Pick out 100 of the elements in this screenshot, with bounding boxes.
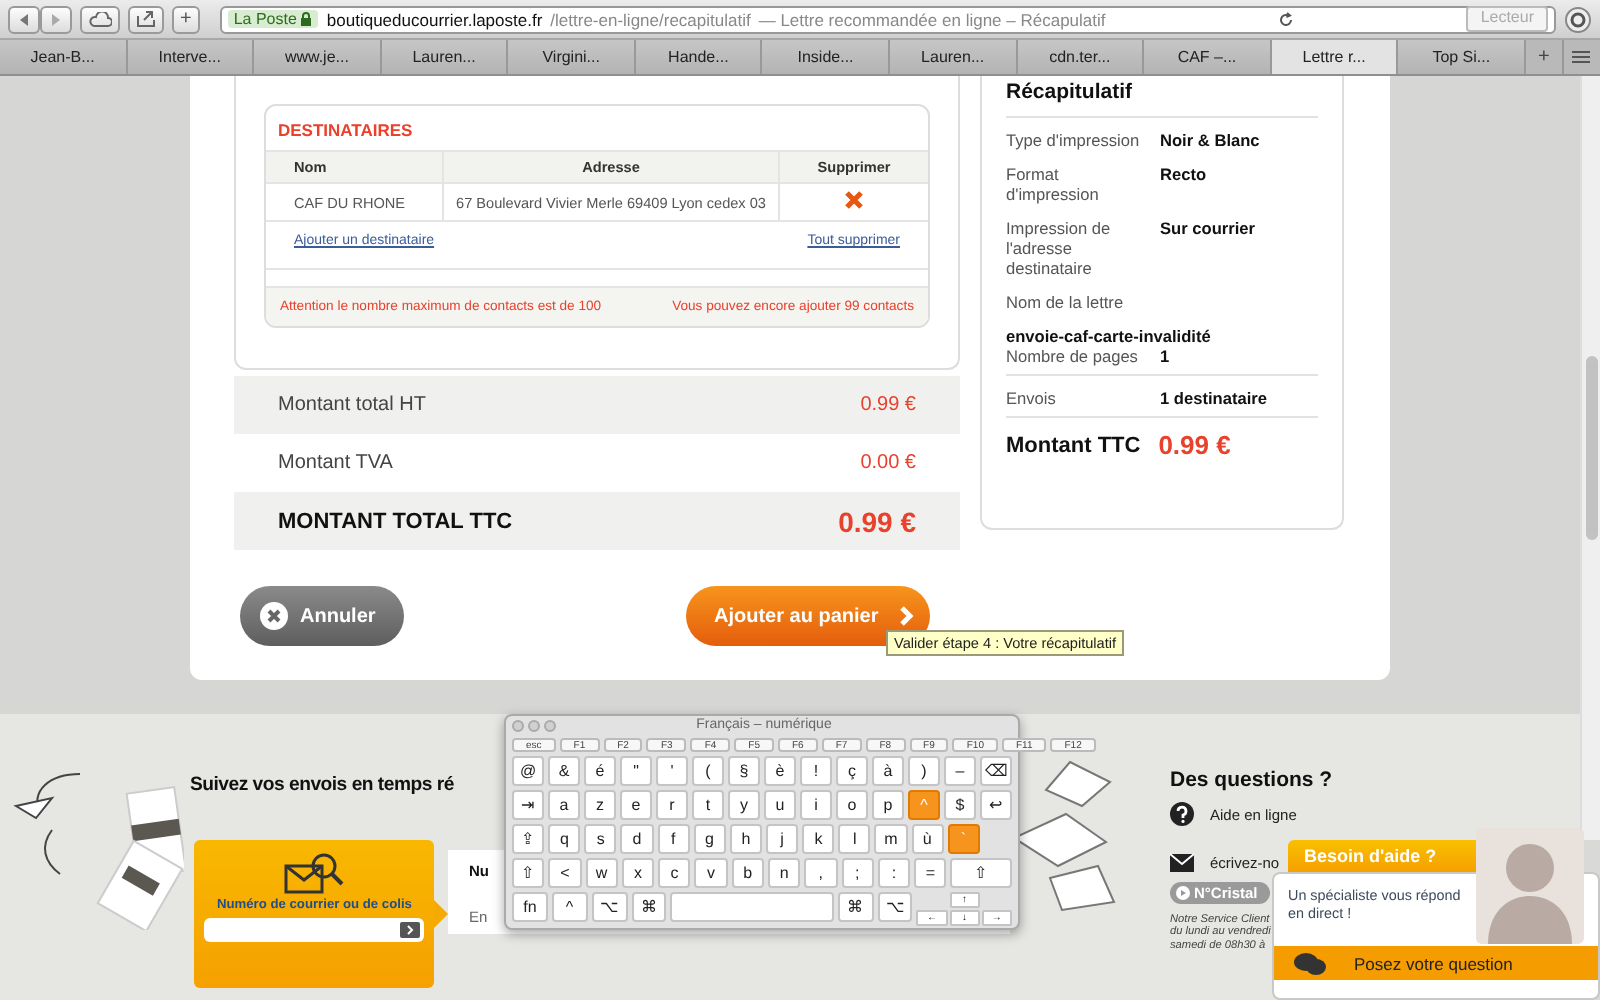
keyboard-key[interactable]: è	[764, 756, 796, 786]
keyboard-key[interactable]: i	[800, 790, 832, 820]
keyboard-key[interactable]: ;	[841, 858, 874, 888]
keyboard-key[interactable]: <	[548, 858, 582, 888]
summary-label: Type d'impression	[1006, 130, 1142, 150]
keyboard-key[interactable]: e	[620, 790, 652, 820]
help-icon	[1170, 802, 1194, 826]
keyboard-key[interactable]: m	[874, 824, 908, 854]
keyboard-key[interactable]: w	[585, 858, 618, 888]
keyboard-key[interactable]: n	[767, 858, 801, 888]
browser-tab[interactable]: Top Si...	[1398, 40, 1526, 74]
keyboard-key[interactable]: @	[512, 756, 544, 786]
site-badge: La Poste	[227, 10, 319, 28]
keyboard-key[interactable]: a	[548, 790, 580, 820]
browser-tab[interactable]: Virgini...	[508, 40, 636, 74]
envelope-icon	[1170, 852, 1194, 872]
keyboard-key[interactable]: l	[838, 824, 871, 854]
browser-tab[interactable]: Jean-B...	[0, 40, 128, 74]
browser-tab[interactable]: www.je...	[254, 40, 382, 74]
keyboard-key[interactable]: o	[836, 790, 868, 820]
keyboard-key[interactable]: ⇧	[950, 858, 1012, 888]
keyboard-key[interactable]: g	[693, 824, 726, 854]
share-button[interactable]	[128, 5, 164, 33]
browser-tab[interactable]: Interve...	[127, 40, 255, 74]
keyboard-key[interactable]: ⌫	[980, 756, 1012, 786]
keyboard-key[interactable]: x	[621, 858, 655, 888]
keyboard-key[interactable]: é	[584, 756, 616, 786]
browser-tab[interactable]: Hande...	[635, 40, 763, 74]
new-tab-button[interactable]: +	[172, 5, 200, 33]
keyboard-key[interactable]: ⇪	[512, 824, 545, 854]
recipients-title: DESTINATAIRES	[276, 118, 415, 144]
keyboard-key[interactable]: ↩	[980, 790, 1012, 820]
total-amount: 0.99 €	[860, 394, 916, 416]
keyboard-key[interactable]: ù	[911, 824, 944, 854]
keyboard-key[interactable]: f	[657, 824, 690, 854]
tab-list-icon[interactable]	[1572, 50, 1591, 64]
cloud-button[interactable]	[80, 5, 120, 33]
keyboard-key[interactable]: "	[620, 756, 652, 786]
keyboard-key[interactable]: q	[548, 824, 581, 854]
keyboard-key[interactable]: b	[731, 858, 764, 888]
keyboard-key[interactable]: s	[584, 824, 617, 854]
browser-tab[interactable]: Inside...	[762, 40, 891, 74]
summary-label: Format d'impression	[1006, 164, 1101, 204]
summary-title: Récapitulatif	[1006, 76, 1318, 118]
forward-button[interactable]	[40, 5, 72, 33]
keyboard-key[interactable]: p	[872, 790, 904, 820]
keyboard-key[interactable]: u	[764, 790, 796, 820]
reload-icon[interactable]	[1278, 11, 1295, 27]
tracking-input[interactable]	[204, 918, 425, 942]
keyboard-key[interactable]: d	[620, 824, 654, 854]
keyboard-key[interactable]: :	[877, 858, 911, 888]
keyboard-key[interactable]: $	[944, 790, 976, 820]
total-amount: 0.99 €	[838, 505, 916, 537]
summary-label: Nombre de pages	[1006, 346, 1140, 366]
keyboard-key[interactable]: &	[548, 756, 580, 786]
add-tab-button[interactable]: +	[1525, 40, 1564, 74]
keyboard-key[interactable]: ç	[836, 756, 868, 786]
back-button[interactable]	[8, 5, 40, 33]
summary-label: Envois	[1006, 388, 1058, 408]
back-icon	[16, 11, 32, 27]
browser-tab[interactable]: CAF –...	[1144, 40, 1272, 74]
browser-tab[interactable]: Lauren...	[381, 40, 509, 74]
cancel-button[interactable]: Annuler	[240, 586, 404, 646]
keyboard-key[interactable]: z	[584, 790, 616, 820]
keyboard-key[interactable]: ,	[804, 858, 838, 888]
keyboard-key[interactable]: fn	[512, 892, 548, 922]
delete-icon[interactable]	[844, 190, 864, 210]
keyboard-key[interactable]: ⇥	[512, 790, 544, 820]
keyboard-key[interactable]: (	[692, 756, 724, 786]
address-bar[interactable]: La Poste boutiqueducourrier.laposte.fr /lettre-en-ligne/recapitulatif — Lettre recommandée en ligne – Récapulatif Lecteur	[219, 5, 1556, 33]
keyboard-key[interactable]: y	[728, 790, 760, 820]
keyboard-key[interactable]: ⇧	[512, 858, 545, 888]
browser-tab[interactable]: Lettre r...	[1271, 40, 1399, 74]
keyboard-key[interactable]: h	[729, 824, 762, 854]
keyboard-key[interactable]: j	[765, 824, 799, 854]
keyboard-key[interactable]: '	[656, 756, 688, 786]
scrollbar[interactable]	[1580, 76, 1600, 840]
ask-question-button[interactable]: Posez votre question	[1274, 946, 1598, 980]
keyboard-key[interactable]: !	[800, 756, 832, 786]
keyboard-key[interactable]: ⌥	[591, 892, 628, 922]
scrollbar-thumb[interactable]	[1586, 356, 1598, 540]
keyboard-key[interactable]: §	[728, 756, 760, 786]
keyboard-key[interactable]: ⌥	[877, 892, 913, 922]
keyboard-key[interactable]: )	[908, 756, 940, 786]
keyboard-key[interactable]: –	[944, 756, 976, 786]
keyboard-key[interactable]: ^	[551, 892, 588, 922]
questions-title: Des questions ?	[1170, 768, 1333, 792]
url-host: boutiqueducourrier.laposte.fr	[326, 9, 543, 29]
url-path: /lettre-en-ligne/recapitulatif	[550, 9, 751, 29]
keyboard-key[interactable]: k	[802, 824, 835, 854]
keyboard-key[interactable]: ⌘	[631, 892, 667, 922]
keyboard-key[interactable]: à	[872, 756, 904, 786]
browser-tab[interactable]: cdn.ter...	[1017, 40, 1145, 74]
keyboard-key[interactable]: =	[914, 858, 947, 888]
keyboard-key[interactable]: ⌘	[837, 892, 874, 922]
keyboard-key[interactable]: r	[656, 790, 688, 820]
keyboard-key[interactable]: v	[694, 858, 728, 888]
keyboard-key[interactable]: t	[692, 790, 724, 820]
keyboard-key[interactable]: c	[658, 858, 691, 888]
browser-tab[interactable]: Lauren...	[890, 40, 1018, 74]
